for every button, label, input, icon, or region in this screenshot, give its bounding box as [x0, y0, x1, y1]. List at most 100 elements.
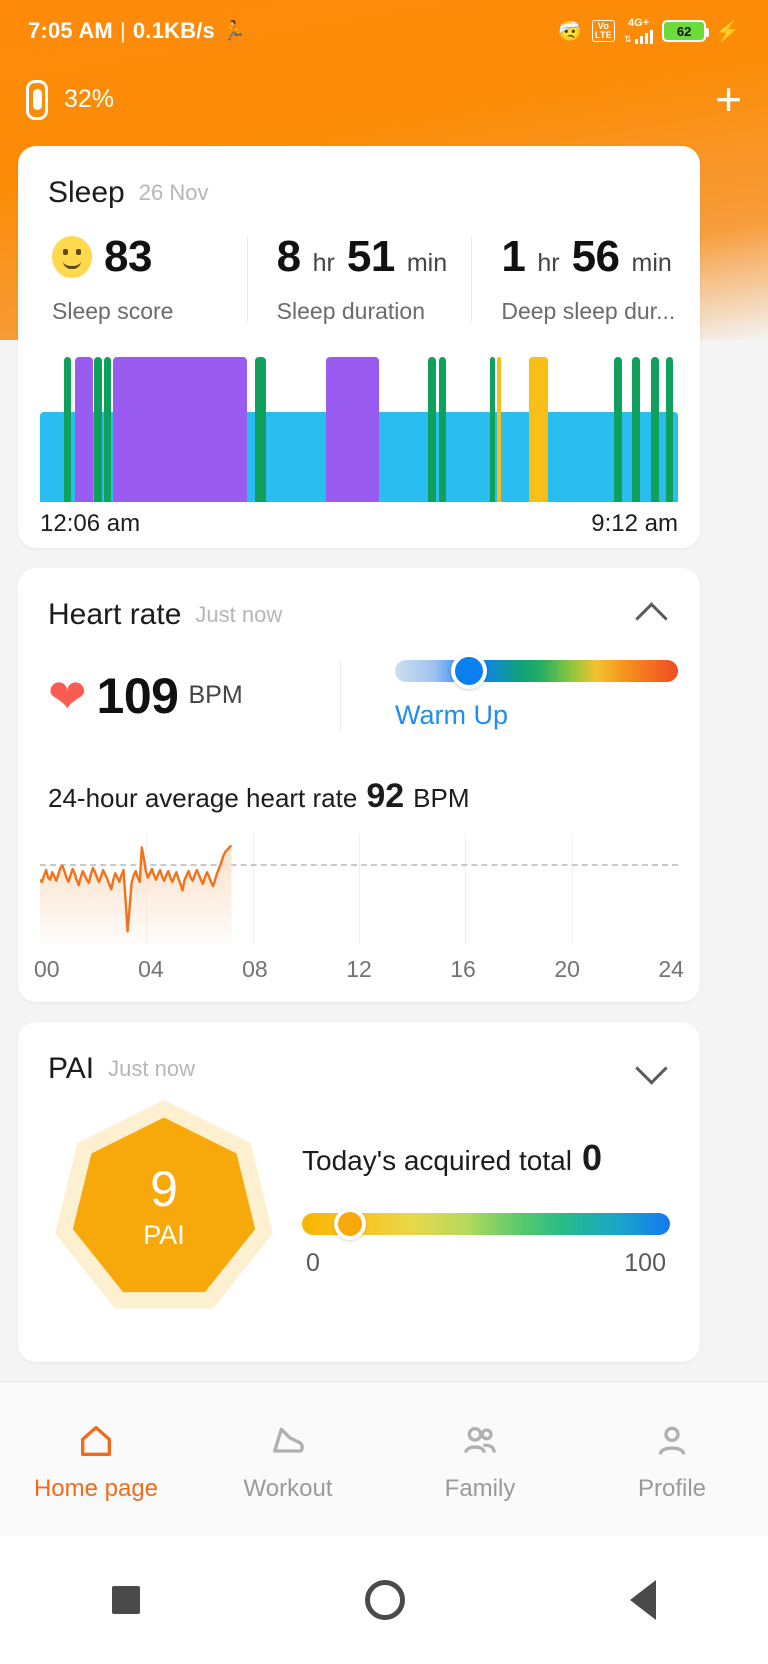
sleep-chart-times: 12:06 am 9:12 am: [18, 502, 700, 538]
sleep-score-value: 83: [104, 232, 152, 281]
pai-hexagon: 9 PAI: [48, 1100, 280, 1315]
sleep-segment-rem: [489, 357, 495, 502]
sleep-score-stat: 83 Sleep score: [22, 232, 247, 325]
pai-value: 9: [150, 1161, 178, 1217]
heart-rate-average-unit: BPM: [413, 783, 470, 813]
sleep-duration-minutes: 51: [346, 232, 395, 281]
hr-axis-tick: 24: [658, 956, 684, 982]
pai-updated: Just now: [108, 1056, 195, 1081]
system-navigation-bar[interactable]: [0, 1536, 768, 1664]
pai-card[interactable]: PAI Just now 9 PAI Today's acquired tota…: [18, 1022, 700, 1362]
heart-rate-24h-chart: [40, 834, 678, 944]
heart-rate-line-series: [40, 844, 233, 944]
sleep-segment-rem: [427, 357, 436, 502]
sleep-segment-rem: [665, 357, 673, 502]
nav-item-label: Profile: [637, 1475, 707, 1502]
pai-card-header: PAI Just now: [18, 1022, 700, 1086]
sleep-duration-label: Sleep duration: [276, 298, 426, 324]
deep-sleep-hours: 1: [501, 232, 526, 281]
heart-rate-unit: BPM: [188, 681, 243, 709]
sleep-segment-rem: [255, 357, 267, 502]
deep-sleep-hours-unit: hr: [537, 249, 560, 277]
deep-sleep-label: Deep sleep dur...: [501, 298, 676, 324]
sleep-segment-awake: [497, 357, 502, 502]
pai-total-prefix: Today's acquired total: [302, 1145, 572, 1176]
square-recents-icon[interactable]: [112, 1586, 141, 1614]
heart-rate-card-header: Heart rate Just now: [18, 568, 700, 632]
sleep-segment-rem: [614, 357, 623, 502]
chevron-up-icon[interactable]: [636, 605, 670, 625]
sleep-segment-deep: [113, 357, 248, 502]
pai-scale-max: 100: [624, 1249, 666, 1277]
sleep-end-time: 9:12 am: [591, 510, 678, 537]
nav-item-home-page[interactable]: Home page: [0, 1415, 192, 1503]
sleep-stages-chart: [40, 357, 678, 502]
sleep-duration-minutes-unit: min: [406, 249, 448, 277]
pai-progress-slider[interactable]: [302, 1208, 670, 1240]
sleep-segment-rem: [439, 357, 446, 502]
profile-person-icon: [652, 1415, 692, 1461]
heart-rate-card[interactable]: Heart rate Just now ❤ 109 BPM Warm Up 24…: [18, 568, 700, 1002]
heart-rate-average-row: 24-hour average heart rate 92 BPM: [48, 777, 700, 816]
sleep-segment-rem: [104, 357, 111, 502]
heart-icon: ❤: [48, 669, 87, 722]
heart-rate-zone-label: Warm Up: [395, 700, 508, 730]
pai-progress-knob[interactable]: [333, 1208, 366, 1240]
nav-item-label: Workout: [243, 1475, 333, 1502]
pai-right-group: Today's acquired total 0 0 100: [280, 1137, 670, 1278]
sleep-segment-awake: [528, 357, 548, 502]
sleep-duration-hours: 8: [276, 232, 301, 281]
pai-total-row: Today's acquired total 0: [302, 1137, 670, 1179]
hr-axis-tick: 08: [242, 956, 268, 982]
bottom-navigation[interactable]: Home page Workout Family Profile: [0, 1381, 768, 1536]
nav-item-label: Home page: [33, 1475, 159, 1502]
nav-item-workout[interactable]: Workout: [192, 1415, 384, 1503]
sleep-segment-deep: [325, 357, 379, 502]
deep-sleep-minutes-unit: min: [631, 249, 672, 277]
heart-rate-zone-knob[interactable]: [450, 653, 487, 689]
heart-rate-zone-group: Warm Up: [340, 653, 700, 731]
pai-total-value: 0: [581, 1137, 602, 1178]
triangle-back-icon[interactable]: [629, 1580, 656, 1620]
pai-scale-min: 0: [306, 1249, 320, 1277]
heart-rate-title: Heart rate: [48, 598, 182, 631]
family-people-icon: [460, 1415, 500, 1461]
smiley-face-icon: [52, 236, 92, 278]
pai-unit-label: PAI: [143, 1220, 185, 1250]
heart-rate-value: 109: [96, 667, 179, 724]
hr-axis-tick: 12: [346, 956, 372, 982]
shoe-workout-icon: [268, 1415, 308, 1461]
chevron-down-icon[interactable]: [636, 1059, 670, 1079]
nav-item-label: Family: [444, 1475, 516, 1502]
pai-body: 9 PAI Today's acquired total 0 0 100: [18, 1100, 700, 1315]
sleep-score-label: Sleep score: [52, 298, 174, 324]
deep-sleep-stat: 1 hr 56 min Deep sleep dur...: [471, 232, 696, 325]
pai-title: PAI: [48, 1052, 95, 1085]
pai-scale-row: 0 100: [302, 1249, 670, 1278]
sleep-segment-deep: [75, 357, 93, 502]
sleep-title: Sleep: [48, 176, 125, 209]
home-icon: [76, 1415, 116, 1461]
sleep-segment-rem: [632, 357, 641, 502]
nav-item-family[interactable]: Family: [384, 1415, 576, 1503]
hr-axis-tick: 04: [138, 956, 164, 982]
sleep-stats-row: 83 Sleep score 8 hr 51 min Sleep duratio…: [18, 232, 700, 325]
sleep-duration-stat: 8 hr 51 min Sleep duration: [246, 232, 472, 325]
heart-rate-average-prefix: 24-hour average heart rate: [48, 783, 358, 813]
hr-axis-tick: 20: [554, 956, 580, 982]
heart-rate-value-group: ❤ 109 BPM: [48, 667, 340, 725]
sleep-segment-rem: [650, 357, 659, 502]
sleep-date: 26 Nov: [138, 180, 209, 205]
sleep-card[interactable]: Sleep 26 Nov 83 Sleep score 8 hr 51 min …: [18, 146, 700, 548]
circle-home-icon[interactable]: [364, 1580, 405, 1620]
heart-rate-zone-slider[interactable]: [395, 653, 678, 689]
deep-sleep-minutes: 56: [571, 232, 620, 281]
heart-rate-chart-axis: 00 04 08 12 16 20 24: [34, 956, 684, 983]
sleep-start-time: 12:06 am: [40, 510, 141, 537]
sleep-segment-rem: [94, 357, 102, 502]
heart-rate-average-value: 92: [366, 777, 405, 815]
sleep-card-header: Sleep 26 Nov: [18, 146, 700, 210]
nav-item-profile[interactable]: Profile: [576, 1415, 768, 1503]
hr-axis-tick: 16: [450, 956, 476, 982]
sleep-duration-hours-unit: hr: [312, 249, 335, 277]
